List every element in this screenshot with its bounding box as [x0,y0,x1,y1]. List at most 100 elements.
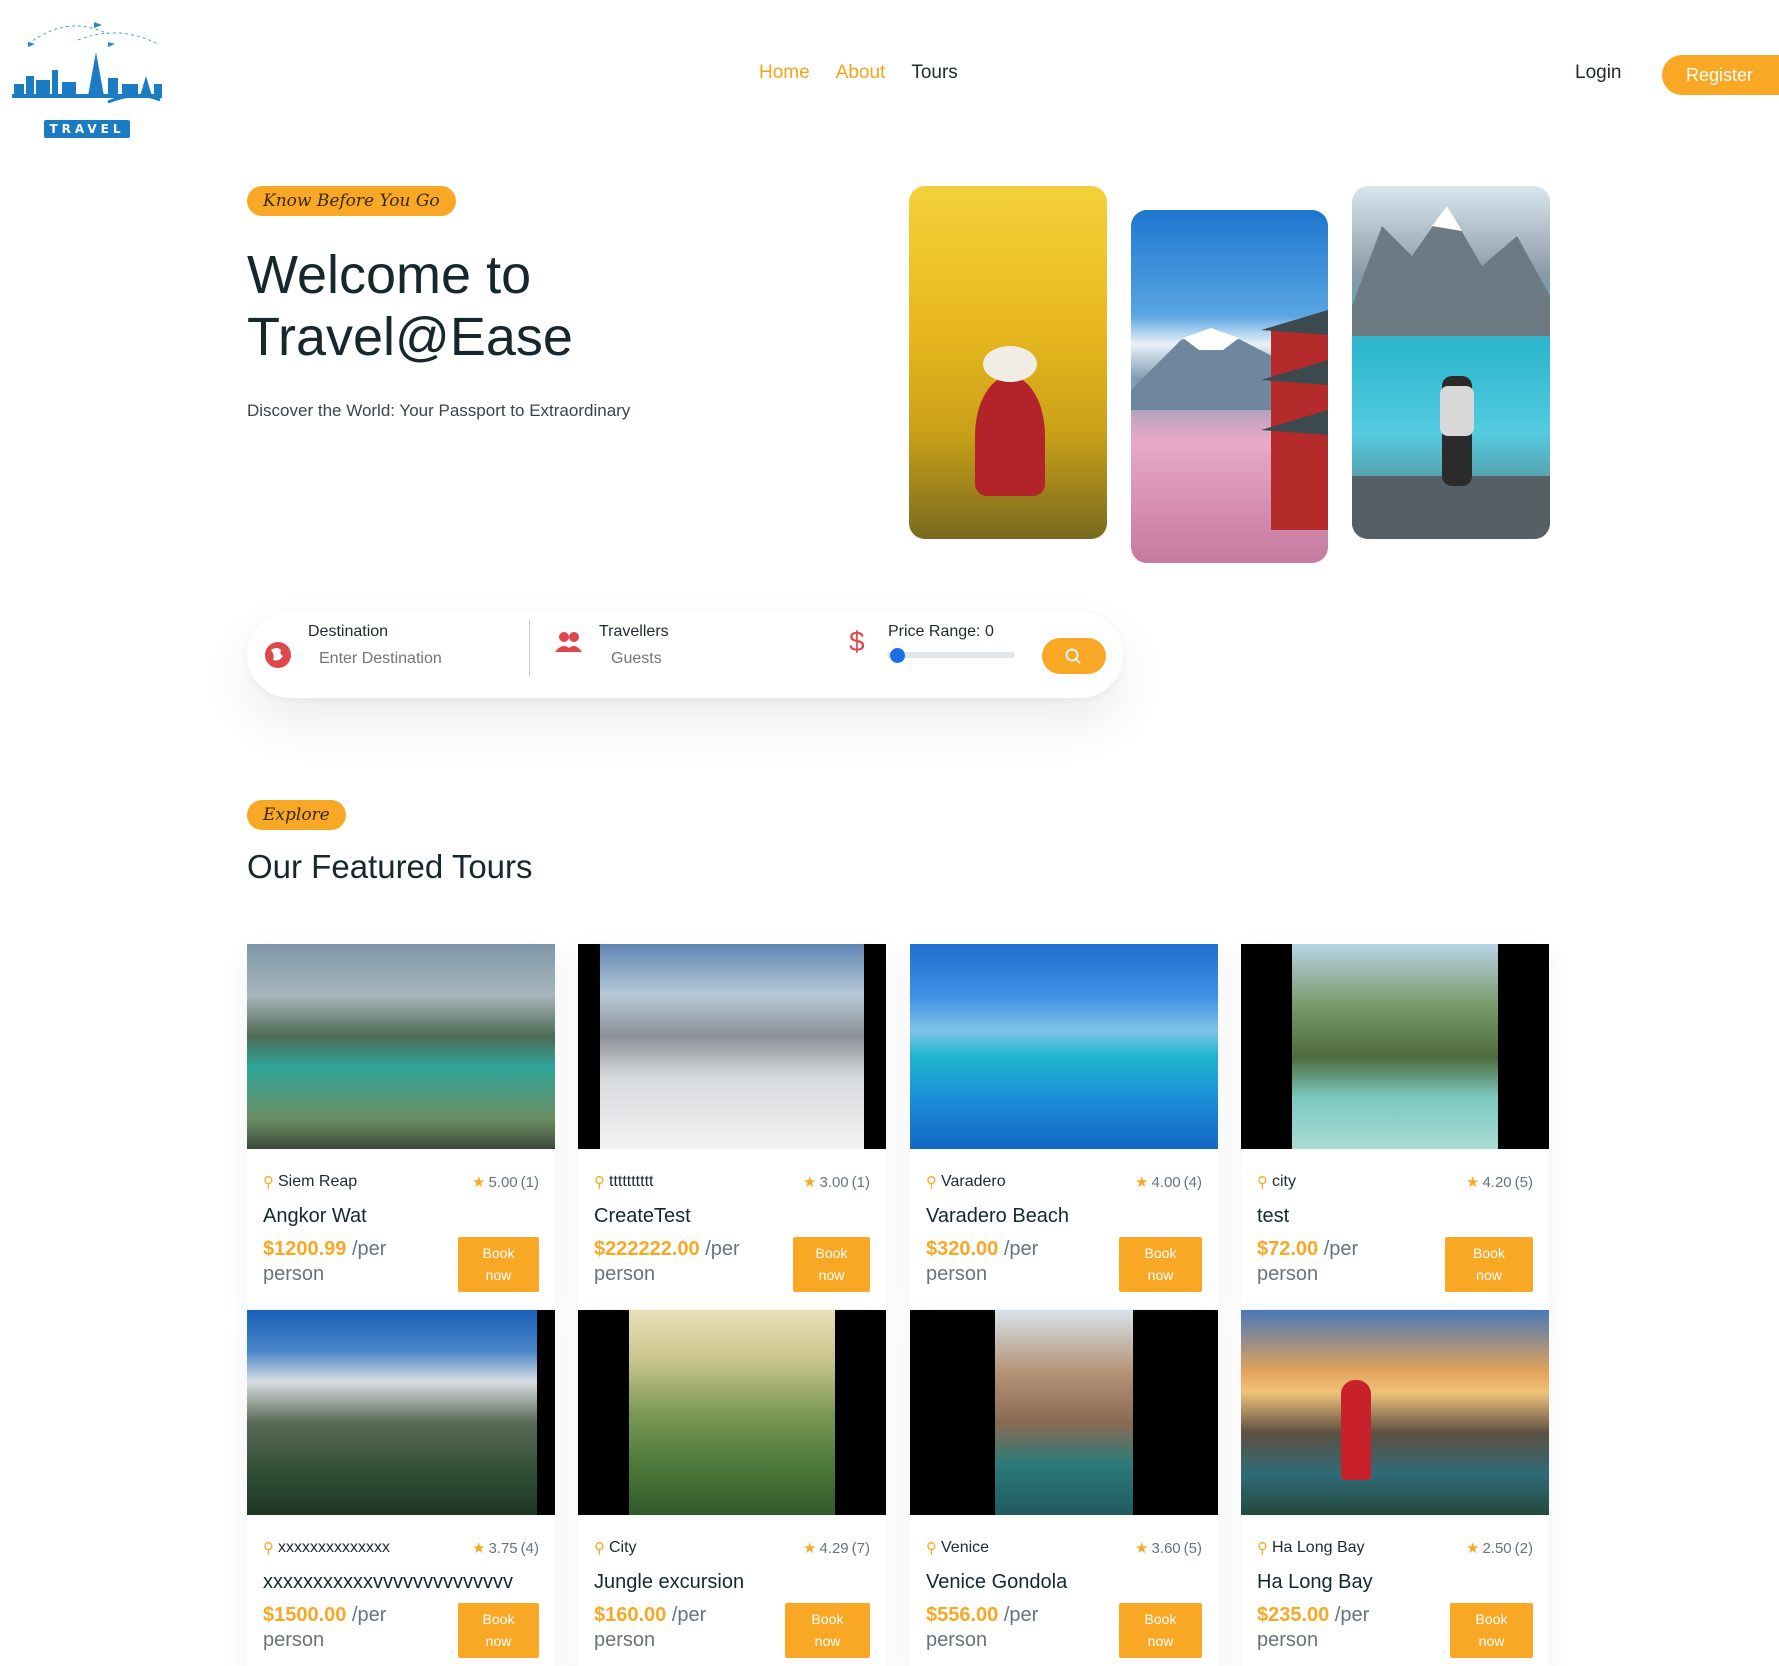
star-icon: ★ [1466,1540,1480,1557]
tour-location: ⚲ Siem Reap [263,1173,358,1191]
book-now-button[interactable]: Book now [1445,1237,1533,1292]
location-pin-icon: ⚲ [263,1540,274,1557]
tour-price: $1500.00 /per person [263,1604,387,1651]
tour-title: Ha Long Bay [1257,1571,1373,1593]
dollar-icon: $ [849,626,865,657]
tour-card[interactable]: ⚲ xxxxxxxxxxxxxx ★ 3.75 (4) xxxxxxxxxxxvvvv… [247,1310,555,1666]
tour-card[interactable]: ⚲ tttttttttt ★ 3.00 (1) CreateTest $222222.… [578,944,886,1309]
star-icon: ★ [472,1174,486,1191]
tour-image[interactable] [1241,944,1549,1149]
price-range-label: Price Range: 0 [888,623,994,640]
hero-subtitle: Discover the World: Your Passport to Ext… [247,401,631,420]
tour-rating: ★ 5.00 (1) [472,1173,539,1192]
tour-title: Varadero Beach [926,1205,1070,1227]
destination-input[interactable] [319,650,499,668]
star-icon: ★ [1466,1174,1480,1191]
tour-price: $320.00 /per person [926,1238,1039,1285]
destination-label: Destination [308,623,389,640]
users-icon [555,632,582,652]
globe-icon [265,642,291,668]
price-range-track[interactable] [887,652,1015,658]
location-pin-icon: ⚲ [263,1174,274,1191]
mountain-illustration [1352,206,1550,539]
star-icon: ★ [1135,1174,1149,1191]
tour-title: CreateTest [594,1205,691,1227]
hero-image-lake [1352,186,1550,539]
price-range-thumb[interactable] [890,648,905,663]
star-icon: ★ [1135,1540,1149,1557]
book-now-button[interactable]: Book now [1119,1237,1202,1292]
tour-title: test [1257,1205,1290,1227]
location-pin-icon: ⚲ [1257,1540,1268,1557]
login-link[interactable]: Login [1575,62,1622,84]
tour-image[interactable] [578,1310,886,1515]
book-now-button[interactable]: Book now [458,1237,539,1292]
hero-title-line2: Travel@Ease [247,307,573,367]
tour-rating: ★ 4.20 (5) [1466,1173,1533,1192]
explore-badge: Explore [247,800,346,830]
location-pin-icon: ⚲ [594,1174,605,1191]
tour-title: xxxxxxxxxxxvvvvvvvvvvvvvv [263,1571,513,1593]
tour-card[interactable]: ⚲ city ★ 4.20 (5) test $72.00 /per person Bo… [1241,944,1549,1309]
tour-title: Angkor Wat [263,1205,367,1227]
book-now-button[interactable]: Book now [785,1603,870,1658]
nav-about[interactable]: About [836,62,886,84]
location-pin-icon: ⚲ [926,1540,937,1557]
tour-price: $235.00 /per person [1257,1604,1370,1651]
main-nav: Home About Tours [759,62,958,84]
tour-location: ⚲ Venice [926,1539,990,1557]
register-button[interactable]: Register [1662,55,1779,95]
location-pin-icon: ⚲ [594,1540,605,1557]
book-now-button[interactable]: Book now [1450,1603,1533,1658]
tour-rating: ★ 4.29 (7) [803,1539,870,1558]
search-divider [529,620,530,676]
tour-location: ⚲ tttttttttt [594,1173,654,1191]
tour-card[interactable]: ⚲ Siem Reap ★ 5.00 (1) Angkor Wat $1200.99 … [247,944,555,1309]
tour-location: ⚲ Ha Long Bay [1257,1539,1365,1557]
search-button[interactable] [1042,638,1106,674]
tour-rating: ★ 2.50 (2) [1466,1539,1533,1558]
nav-tours[interactable]: Tours [911,62,957,84]
hat-shape [983,346,1037,382]
tour-card[interactable]: ⚲ Varadero ★ 4.00 (4) Varadero Beach $320.0… [910,944,1218,1309]
tour-price: $556.00 /per person [926,1604,1039,1651]
hero-image-autumn [909,186,1107,539]
nav-home[interactable]: Home [759,62,810,84]
tour-location: ⚲ xxxxxxxxxxxxxx [263,1539,390,1557]
tour-image[interactable] [247,1310,555,1515]
tour-image[interactable] [910,1310,1218,1515]
tour-location: ⚲ City [594,1539,637,1557]
book-now-button[interactable]: Book now [1119,1603,1202,1658]
tour-price: $72.00 /per person [1257,1238,1359,1285]
hero-title: Welcome to Travel@Ease [247,244,767,368]
tour-price: $1200.99 /per person [263,1238,387,1285]
tour-image[interactable] [578,944,886,1149]
featured-tours-title: Our Featured Tours [247,848,533,885]
tour-location: ⚲ Varadero [926,1173,1006,1191]
star-icon: ★ [803,1174,817,1191]
guests-input[interactable] [611,650,731,668]
tour-price: $222222.00 /per person [594,1238,740,1285]
tour-rating: ★ 3.75 (4) [472,1539,539,1558]
traveller-figure [1341,1380,1371,1480]
tour-rating: ★ 3.00 (1) [803,1173,870,1192]
tour-card[interactable]: ⚲ City ★ 4.29 (7) Jungle excursion $160.00 … [578,1310,886,1666]
tour-price: $160.00 /per person [594,1604,707,1651]
mountain-illustration [1131,310,1328,530]
travellers-label: Travellers [599,623,669,640]
tour-card[interactable]: ⚲ Ha Long Bay ★ 2.50 (2) Ha Long Bay $235.0… [1241,1310,1549,1666]
hero-image-fuji [1131,210,1328,563]
star-icon: ★ [803,1540,817,1557]
logo-wordmark: TRAVEL [44,120,130,138]
traveller-figure [975,376,1045,496]
book-now-button[interactable]: Book now [793,1237,870,1292]
book-now-button[interactable]: Book now [458,1603,539,1658]
hero-tagline-badge: Know Before You Go [247,186,456,216]
tour-card[interactable]: ⚲ Venice ★ 3.60 (5) Venice Gondola $556.00 … [910,1310,1218,1666]
tour-image[interactable] [1241,1310,1549,1515]
star-icon: ★ [472,1540,486,1557]
tour-image[interactable] [247,944,555,1149]
tour-image[interactable] [910,944,1218,1149]
tour-rating: ★ 3.60 (5) [1135,1539,1202,1558]
tour-title: Venice Gondola [926,1571,1068,1593]
